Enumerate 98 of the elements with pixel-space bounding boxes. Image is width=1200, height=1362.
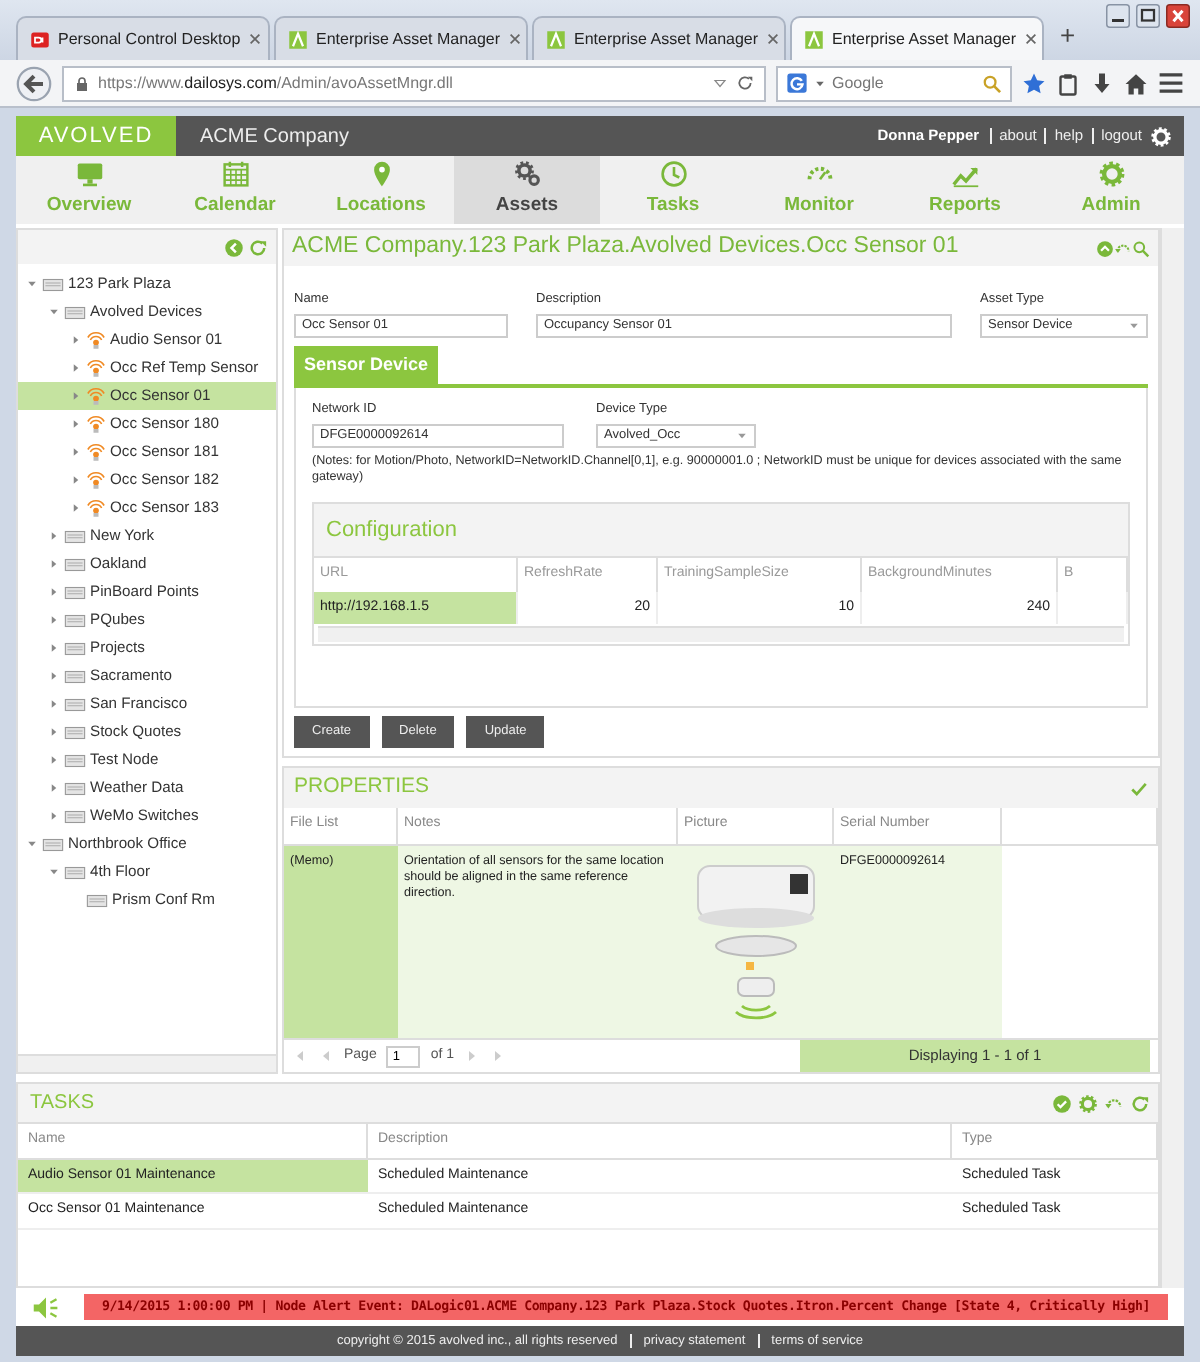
device-rack-icon bbox=[64, 721, 86, 743]
collapsed-arrow-icon[interactable] bbox=[48, 754, 60, 766]
lock-icon bbox=[74, 75, 90, 91]
address-field[interactable]: https://www.dailosys.com/Admin/avoAssetMngr.dll bbox=[62, 65, 766, 101]
device-rack-icon bbox=[64, 805, 86, 827]
asset-path-title: ACME Company.123 Park Plaza.Avolved Devices.Occ Sensor 01 bbox=[292, 232, 961, 263]
undo-icon[interactable] bbox=[1104, 1093, 1124, 1113]
search-icon[interactable] bbox=[1132, 239, 1150, 257]
collapsed-arrow-icon[interactable] bbox=[70, 502, 82, 514]
home-icon[interactable] bbox=[1124, 71, 1148, 95]
dropdown-arrow-icon bbox=[1128, 319, 1140, 332]
collapsed-arrow-icon[interactable] bbox=[48, 530, 60, 542]
device-rack-icon bbox=[42, 833, 64, 855]
menu-icon[interactable] bbox=[1158, 70, 1184, 96]
close-icon[interactable] bbox=[248, 32, 263, 46]
refresh-icon[interactable] bbox=[1130, 1093, 1150, 1113]
search-icon[interactable] bbox=[982, 73, 1002, 93]
gears-icon bbox=[513, 159, 541, 188]
download-icon[interactable] bbox=[1090, 71, 1114, 95]
expanded-arrow-icon[interactable] bbox=[26, 278, 38, 290]
speaker-icon[interactable] bbox=[32, 1293, 60, 1321]
collapsed-arrow-icon[interactable] bbox=[48, 810, 60, 822]
device-rack-icon bbox=[64, 609, 86, 631]
sensor-icon bbox=[86, 470, 106, 490]
app-logo-icon bbox=[30, 29, 50, 49]
browser-tab[interactable]: Enterprise Asset Manager bbox=[274, 16, 528, 60]
device-rack-icon bbox=[42, 273, 64, 295]
device-rack-icon bbox=[64, 553, 86, 575]
device-rack-icon bbox=[64, 637, 86, 659]
collapsed-arrow-icon[interactable] bbox=[70, 362, 82, 374]
collapsed-arrow-icon[interactable] bbox=[70, 418, 82, 430]
device-rack-icon bbox=[64, 749, 86, 771]
reload-icon[interactable] bbox=[736, 74, 754, 92]
dropdown-icon[interactable] bbox=[712, 75, 728, 91]
minimize-icon[interactable] bbox=[1104, 4, 1132, 28]
device-rack-icon bbox=[64, 665, 86, 687]
collapsed-arrow-icon[interactable] bbox=[48, 558, 60, 570]
section-title: TASKS bbox=[30, 1090, 95, 1118]
collapsed-arrow-icon[interactable] bbox=[48, 642, 60, 654]
collapse-icon[interactable] bbox=[1096, 239, 1114, 257]
gear-icon bbox=[1097, 159, 1125, 188]
collapsed-arrow-icon[interactable] bbox=[48, 698, 60, 710]
close-icon[interactable] bbox=[1024, 32, 1039, 46]
collapsed-arrow-icon[interactable] bbox=[70, 334, 82, 346]
clipboard-icon[interactable] bbox=[1056, 71, 1080, 95]
close-icon[interactable] bbox=[766, 32, 781, 46]
new-tab-button[interactable]: + bbox=[1048, 15, 1088, 60]
expanded-arrow-icon[interactable] bbox=[48, 866, 60, 878]
collapsed-arrow-icon[interactable] bbox=[48, 726, 60, 738]
nav-tab[interactable]: Assets bbox=[454, 156, 600, 224]
device-rack-icon bbox=[64, 861, 86, 883]
collapsed-arrow-icon[interactable] bbox=[70, 390, 82, 402]
browser-tab[interactable]: Enterprise Asset Manager bbox=[532, 16, 786, 60]
expanded-arrow-icon[interactable] bbox=[26, 838, 38, 850]
clock-icon bbox=[659, 159, 687, 188]
sensor-icon bbox=[86, 442, 106, 462]
sensor-icon bbox=[86, 414, 106, 434]
expanded-arrow-icon[interactable] bbox=[48, 306, 60, 318]
search-box[interactable]: Google bbox=[776, 65, 1012, 101]
section-title: Configuration bbox=[314, 503, 1128, 557]
close-icon[interactable] bbox=[1164, 4, 1192, 28]
sensor-icon bbox=[86, 386, 106, 406]
back-icon[interactable] bbox=[16, 65, 52, 101]
device-rack-icon bbox=[86, 889, 108, 911]
check-icon[interactable] bbox=[1130, 779, 1148, 797]
logo: AVOLVED bbox=[16, 116, 176, 156]
device-rack-icon bbox=[64, 777, 86, 799]
collapsed-arrow-icon[interactable] bbox=[70, 474, 82, 486]
maximize-icon[interactable] bbox=[1134, 4, 1162, 28]
sensor-icon bbox=[86, 358, 106, 378]
section-title: PROPERTIES bbox=[294, 772, 429, 803]
device-rack-icon bbox=[64, 581, 86, 603]
search-engine-icon[interactable] bbox=[786, 72, 808, 94]
collapsed-arrow-icon[interactable] bbox=[48, 670, 60, 682]
close-icon[interactable] bbox=[508, 32, 523, 46]
app-logo-icon bbox=[288, 29, 308, 49]
check-icon[interactable] bbox=[1052, 1093, 1072, 1113]
sensor-icon bbox=[86, 330, 106, 350]
app-logo-icon bbox=[546, 29, 566, 49]
collapsed-arrow-icon[interactable] bbox=[48, 782, 60, 794]
undo-icon[interactable] bbox=[1114, 239, 1132, 257]
device-rack-icon bbox=[64, 693, 86, 715]
browser-tab[interactable]: Personal Control Desktop bbox=[16, 16, 270, 60]
dropdown-icon[interactable] bbox=[814, 77, 826, 89]
star-icon[interactable] bbox=[1022, 71, 1046, 95]
collapsed-arrow-icon[interactable] bbox=[48, 614, 60, 626]
company-name: ACME Company bbox=[198, 123, 351, 151]
collapsed-arrow-icon[interactable] bbox=[48, 586, 60, 598]
calendar-icon bbox=[221, 159, 249, 188]
collapsed-arrow-icon[interactable] bbox=[70, 446, 82, 458]
app-logo-icon bbox=[804, 29, 824, 49]
device-rack-icon bbox=[64, 525, 86, 547]
refresh-icon[interactable] bbox=[248, 237, 268, 257]
dropdown-arrow-icon bbox=[736, 430, 748, 442]
sensor-icon bbox=[86, 498, 106, 518]
device-rack-icon bbox=[64, 301, 86, 323]
monitor-icon bbox=[75, 159, 103, 188]
browser-tab[interactable]: Enterprise Asset Manager bbox=[790, 16, 1044, 60]
